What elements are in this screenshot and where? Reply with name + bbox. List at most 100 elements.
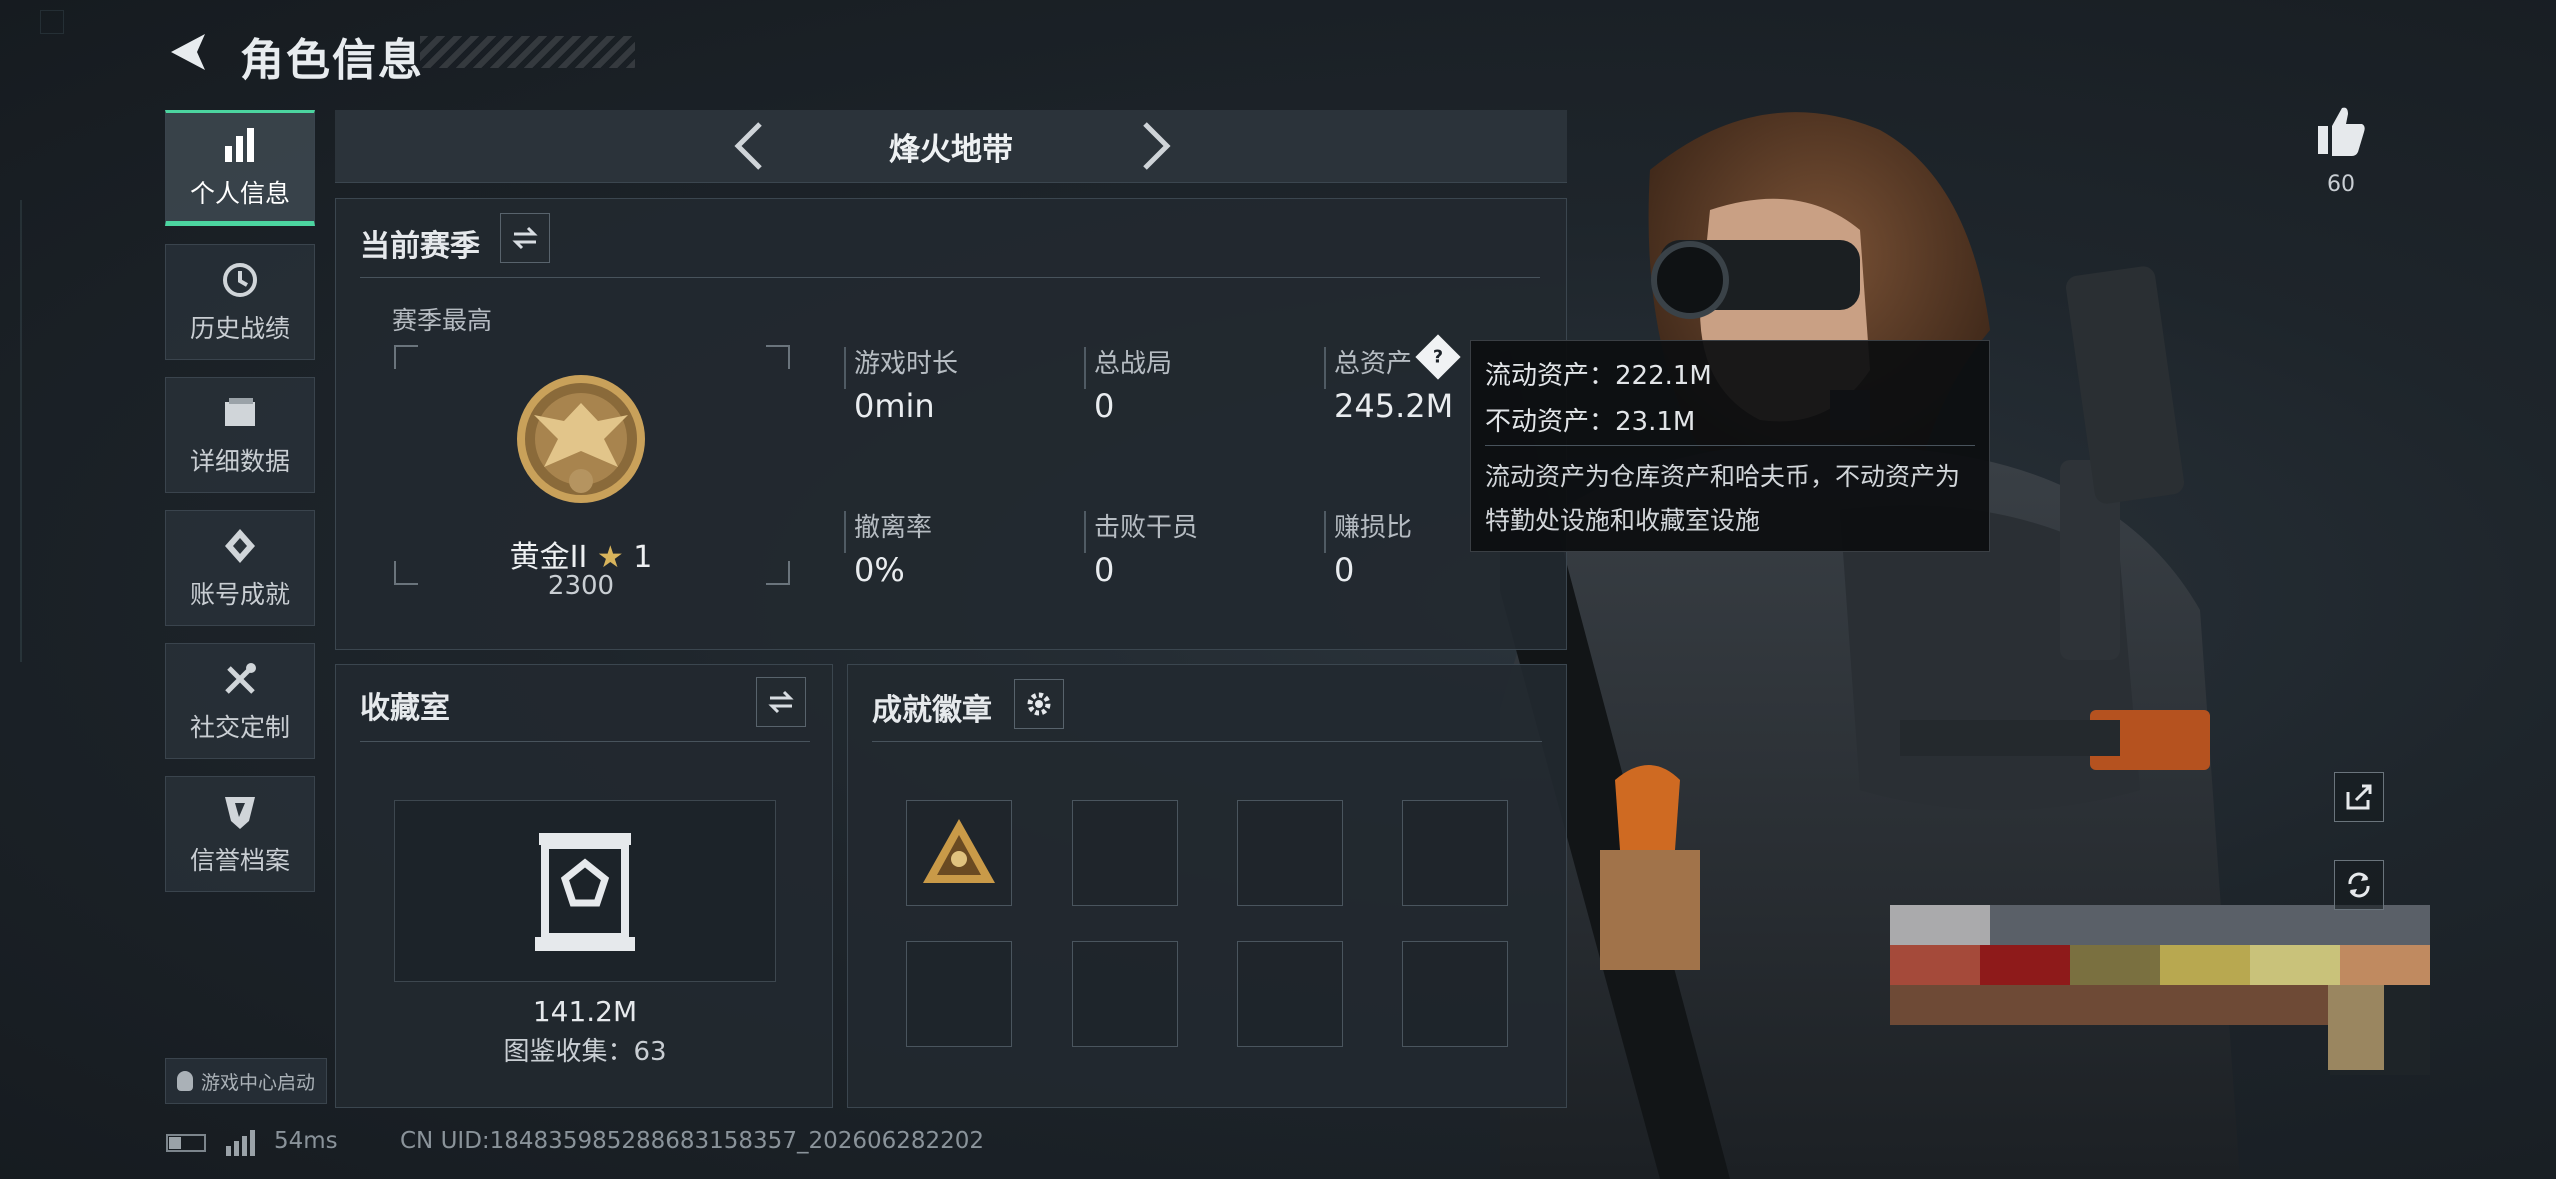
folder-icon — [225, 398, 255, 426]
nav-achievements[interactable]: 账号成就 — [165, 510, 315, 626]
nav-detail-data[interactable]: 详细数据 — [165, 377, 315, 493]
stat-value: 245.2M — [1334, 387, 1454, 425]
like-count: 60 — [2327, 172, 2355, 197]
decor-line — [20, 200, 22, 662]
ping-text: 54ms — [274, 1128, 338, 1154]
display-case-icon — [535, 833, 635, 951]
collection-value: 141.2M — [532, 995, 638, 1028]
badge-title: 成就徽章 — [872, 693, 992, 728]
refresh-icon — [2348, 872, 2370, 898]
collection-count: 图鉴收集：63 — [503, 1037, 667, 1067]
bar-chart-icon — [225, 128, 254, 162]
season-panel: 当前赛季 赛季最高 黄金II ★ 1 2300 游戏时长 0min 总战局 0 … — [335, 198, 1567, 650]
stat-label: 赚损比 — [1334, 513, 1413, 543]
fixed-asset-text: 不动资产：23.1M — [1485, 407, 1696, 437]
nav-label: 历史战绩 — [189, 314, 290, 343]
achievement-badge-icon — [923, 819, 995, 883]
stat-separator — [1084, 347, 1086, 389]
badge-settings-button[interactable] — [1014, 679, 1064, 729]
nav-personal-info[interactable]: 个人信息 — [165, 110, 315, 226]
mode-name: 烽火地带 — [889, 132, 1013, 168]
rank-name: 黄金II — [509, 540, 588, 575]
stat-label: 击败干员 — [1094, 513, 1199, 543]
rank-star-icon: ★ — [596, 540, 624, 575]
game-center-button[interactable]: 游戏中心启动 — [165, 1058, 327, 1104]
divider — [360, 277, 1540, 278]
thumbs-up-icon[interactable] — [2316, 104, 2368, 158]
liquid-asset-text: 流动资产：222.1M — [1485, 361, 1712, 391]
history-clock-icon — [223, 263, 257, 297]
badge-slot[interactable] — [1072, 941, 1178, 1047]
swap-arrows-icon — [768, 690, 794, 714]
nav-social-custom[interactable]: 社交定制 — [165, 643, 315, 759]
badge-slot[interactable] — [906, 800, 1012, 906]
share-icon — [2346, 784, 2372, 810]
stat-label: 游戏时长 — [854, 349, 959, 379]
stat-value: 0 — [1334, 551, 1355, 589]
badge-slot[interactable] — [1237, 941, 1343, 1047]
divider — [1485, 445, 1975, 446]
badge-panel: 成就徽章 — [847, 664, 1567, 1108]
stat-label: 撤离率 — [854, 513, 933, 543]
rank-stars: 1 — [633, 540, 653, 575]
collection-preview — [394, 800, 776, 982]
collection-title: 收藏室 — [360, 691, 450, 726]
nav-credit-record[interactable]: 信誉档案 — [165, 776, 315, 892]
asset-tooltip: 流动资产：222.1M 不动资产：23.1M 流动资产为仓库资产和哈夫币，不动资… — [1470, 340, 1990, 552]
badge-slot[interactable] — [1402, 800, 1508, 906]
stat-separator — [844, 347, 846, 389]
swap-arrows-icon — [512, 226, 538, 250]
stat-value: 0 — [1094, 387, 1115, 425]
nav-label: 信誉档案 — [189, 846, 290, 875]
stat-label: 总战局 — [1094, 349, 1173, 379]
game-center-label: 游戏中心启动 — [200, 1071, 315, 1094]
nav-label: 个人信息 — [189, 179, 290, 208]
next-mode-arrow-icon[interactable] — [1125, 116, 1185, 176]
stat-value: 0min — [854, 387, 935, 425]
stat-separator — [844, 511, 846, 553]
nav-label: 详细数据 — [189, 447, 290, 476]
decor-square — [40, 10, 64, 34]
season-best-label: 赛季最高 — [392, 306, 493, 335]
shield-badge-icon — [225, 797, 255, 829]
mode-selector: 烽火地带 — [335, 110, 1567, 183]
title-decor — [420, 36, 635, 68]
divider — [360, 741, 810, 742]
page-title: 角色信息 — [240, 35, 424, 86]
gear-icon — [1027, 692, 1051, 716]
asset-help-icon[interactable]: ? — [1415, 334, 1461, 380]
collection-panel[interactable]: 收藏室 141.2M 图鉴收集：63 — [335, 664, 833, 1108]
stat-separator — [1324, 511, 1326, 553]
badge-slot[interactable] — [1402, 941, 1508, 1047]
nav-label: 社交定制 — [189, 713, 290, 742]
signal-icon — [226, 1130, 255, 1156]
rank-score: 2300 — [547, 571, 615, 601]
nav-history[interactable]: 历史战绩 — [165, 244, 315, 360]
collection-switch-button[interactable] — [756, 677, 806, 727]
achievement-emblem-icon — [225, 529, 255, 563]
divider — [872, 741, 1542, 742]
share-button[interactable] — [2334, 772, 2384, 822]
frame-corner — [394, 561, 418, 585]
back-arrow-icon[interactable] — [165, 28, 213, 76]
nav-label: 账号成就 — [189, 580, 290, 609]
qq-icon — [176, 1071, 193, 1091]
season-switch-button[interactable] — [500, 213, 550, 263]
rank-label: 黄金II ★ 1 — [438, 532, 724, 576]
gold-rank-emblem-icon — [517, 375, 645, 503]
badge-slot[interactable] — [1237, 800, 1343, 906]
badge-slot[interactable] — [1072, 800, 1178, 906]
rotate-button[interactable] — [2334, 860, 2384, 910]
stat-value: 0% — [854, 551, 905, 589]
stat-separator — [1324, 347, 1326, 389]
uid-text: CN UID:1848359852886831583​57_2026062822… — [400, 1128, 985, 1154]
frame-corner — [766, 345, 790, 369]
badge-slot[interactable] — [906, 941, 1012, 1047]
stat-label: 总资产 — [1334, 349, 1413, 379]
frame-corner — [394, 345, 418, 369]
stat-separator — [1084, 511, 1086, 553]
tools-icon — [225, 663, 256, 694]
stat-value: 0 — [1094, 551, 1115, 589]
season-title: 当前赛季 — [360, 229, 480, 264]
frame-corner — [766, 561, 790, 585]
